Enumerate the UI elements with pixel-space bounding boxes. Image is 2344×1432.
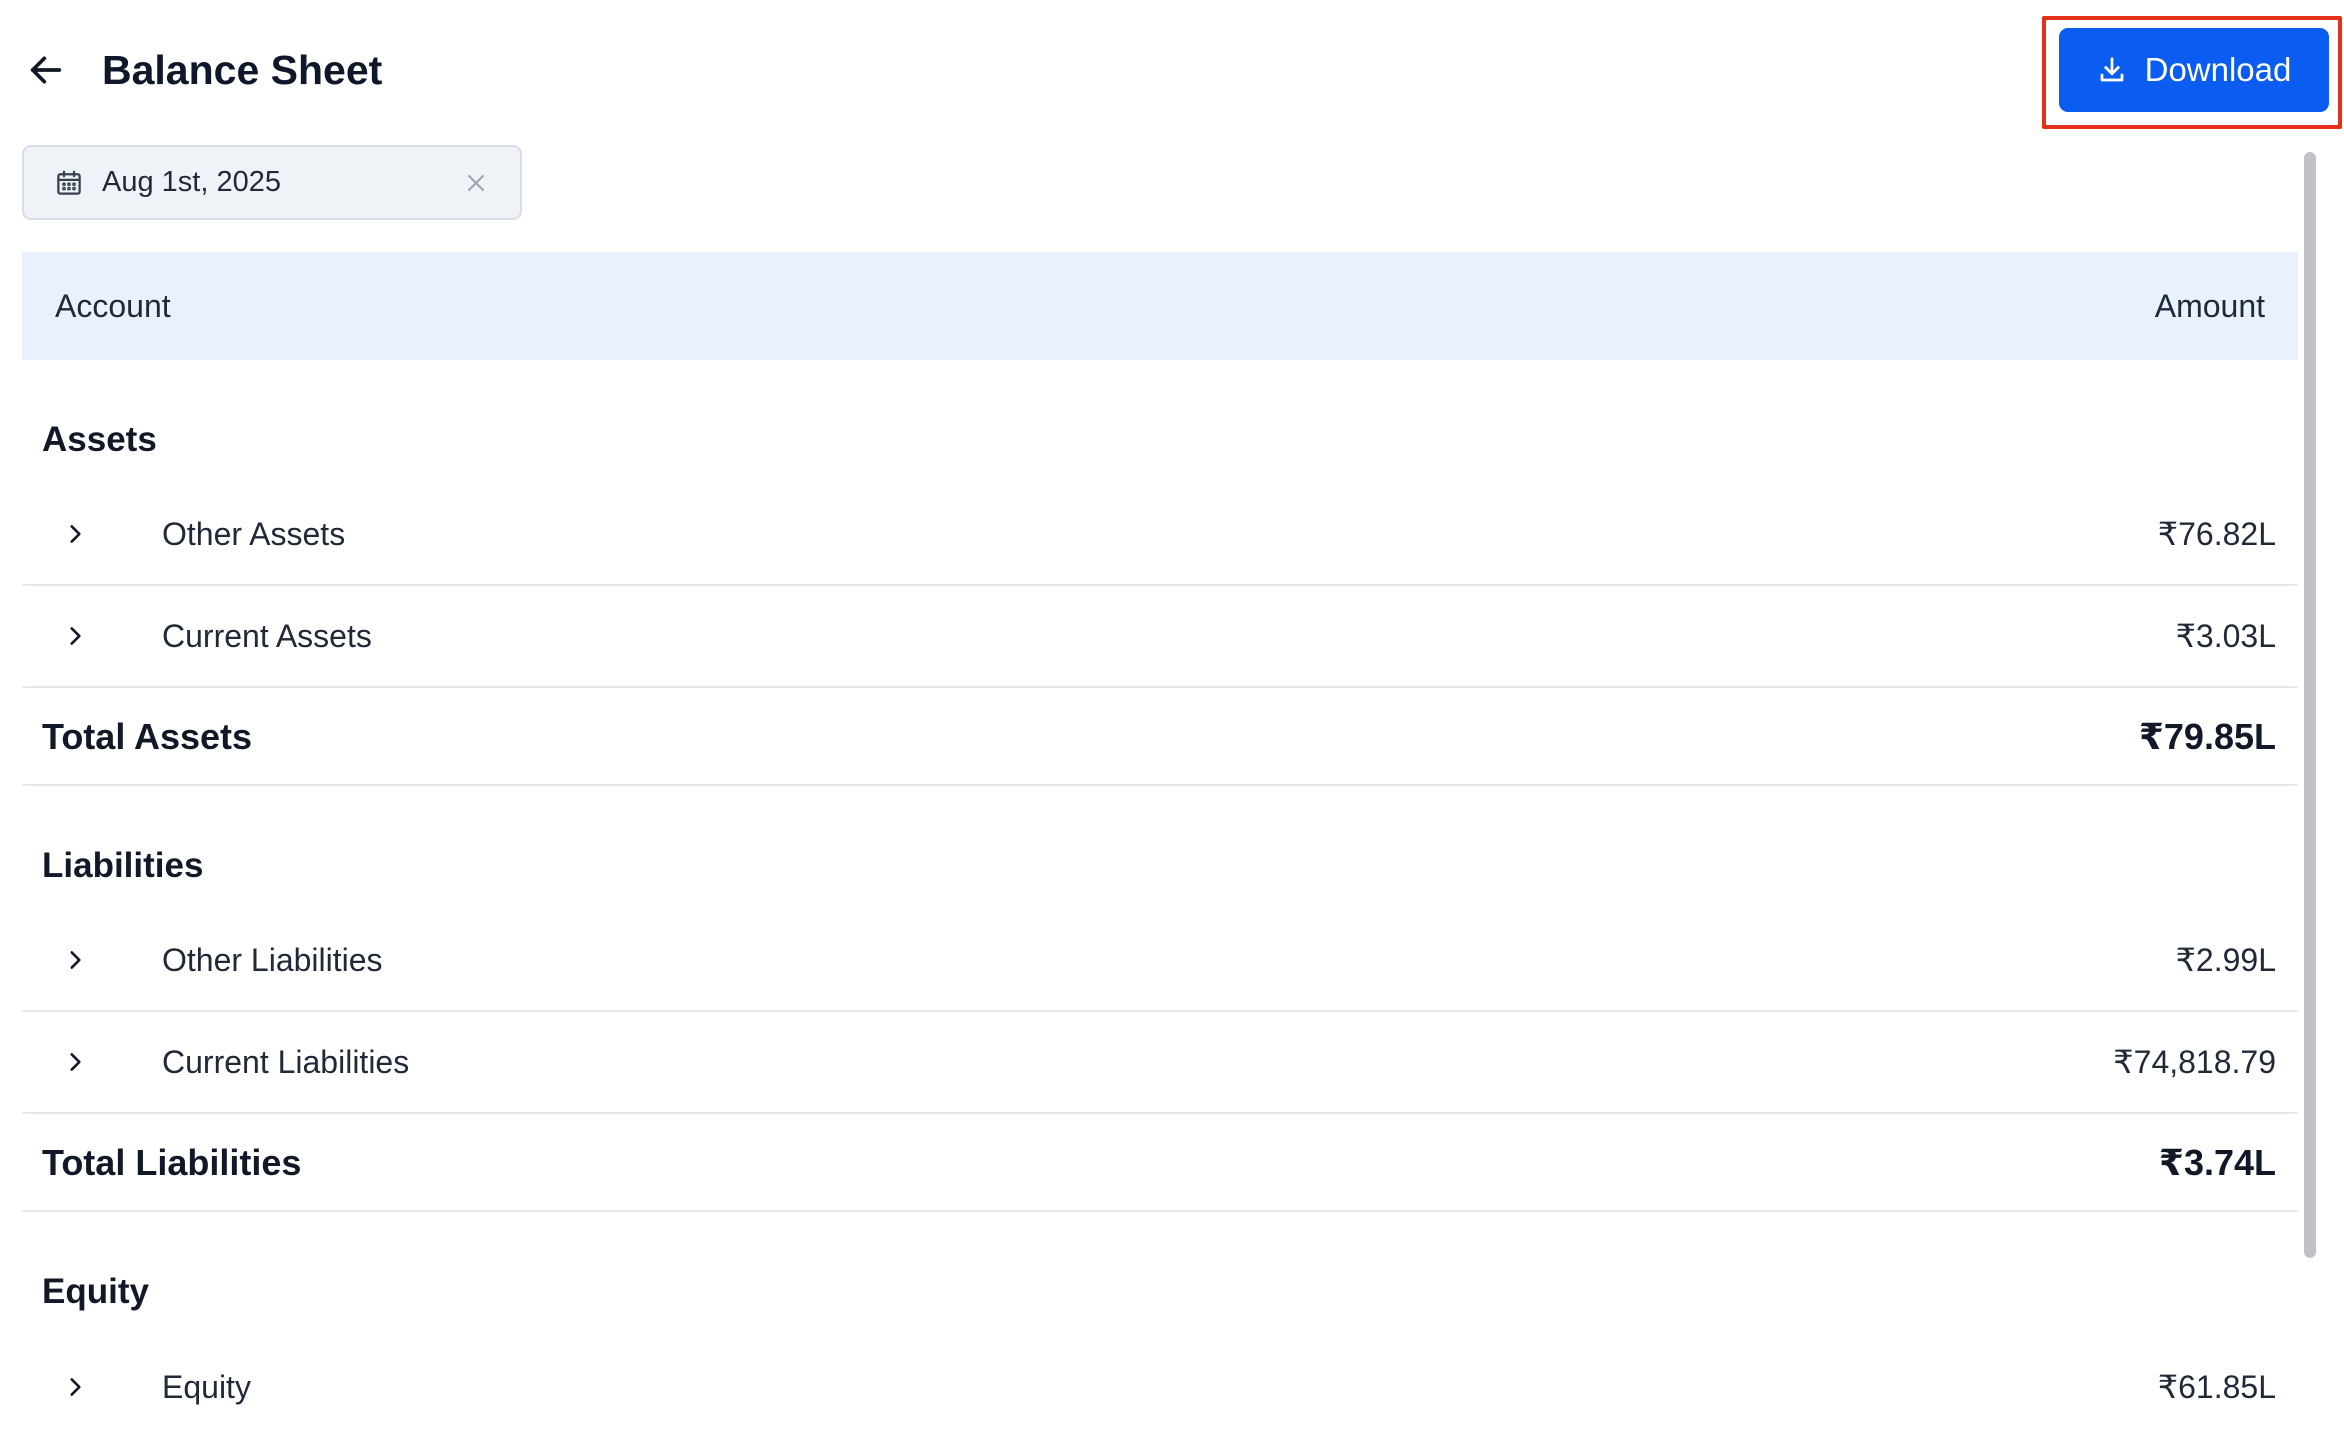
account-name: Current Liabilities (162, 1043, 410, 1080)
account-amount: ₹74,818.79 (2113, 1044, 2276, 1080)
table-row[interactable]: Other Assets ₹76.82L (22, 484, 2298, 586)
account-amount: ₹3.03L (2175, 618, 2276, 654)
close-icon[interactable] (462, 169, 490, 197)
account-amount: ₹2.99L (2175, 942, 2276, 978)
account-name: Other Assets (162, 515, 346, 552)
calendar-icon (57, 170, 81, 195)
total-label: Total Liabilities (42, 1142, 302, 1183)
table-row[interactable]: Equity ₹61.85L (22, 1336, 2298, 1432)
date-filter-value: Aug 1st, 2025 (102, 166, 281, 198)
download-button[interactable]: Download (2059, 28, 2329, 112)
chevron-right-icon[interactable] (62, 940, 134, 980)
total-row-assets: Total Assets ₹79.85L (22, 690, 2298, 786)
total-amount: ₹79.85L (2138, 716, 2276, 757)
date-filter-field[interactable]: Aug 1st, 2025 (22, 145, 522, 220)
account-name: Equity (162, 1368, 251, 1405)
download-icon (2100, 57, 2123, 82)
account-amount: ₹61.85L (2157, 1369, 2276, 1405)
table-row[interactable]: Current Assets ₹3.03L (22, 586, 2298, 688)
chevron-right-icon[interactable] (62, 514, 134, 554)
account-name: Other Liabilities (162, 941, 383, 978)
column-header-amount: Amount (2154, 287, 2265, 324)
chevron-right-icon[interactable] (62, 1042, 134, 1082)
vertical-scrollbar[interactable] (2304, 152, 2316, 1258)
total-amount: ₹3.74L (2158, 1142, 2276, 1183)
total-label: Total Assets (42, 716, 253, 757)
download-button-label: Download (2144, 51, 2292, 88)
balance-sheet-page: Balance Sheet Download Aug 1st, 2025 Acc… (0, 0, 2344, 1432)
section-title-equity: Equity (42, 1272, 149, 1311)
account-amount: ₹76.82L (2157, 516, 2276, 552)
chevron-right-icon[interactable] (62, 616, 134, 656)
page-title: Balance Sheet (102, 47, 383, 93)
total-row-liabilities: Total Liabilities ₹3.74L (22, 1116, 2298, 1212)
section-title-assets: Assets (42, 420, 157, 459)
table-row[interactable]: Current Liabilities ₹74,818.79 (22, 1012, 2298, 1114)
back-button[interactable] (22, 46, 70, 94)
table-header: Account Amount (22, 252, 2298, 360)
table-row[interactable]: Other Liabilities ₹2.99L (22, 910, 2298, 1012)
chevron-right-icon[interactable] (62, 1367, 134, 1407)
column-header-account: Account (55, 287, 171, 324)
arrow-left-icon (30, 56, 62, 84)
account-name: Current Assets (162, 617, 372, 654)
section-title-liabilities: Liabilities (42, 846, 204, 885)
